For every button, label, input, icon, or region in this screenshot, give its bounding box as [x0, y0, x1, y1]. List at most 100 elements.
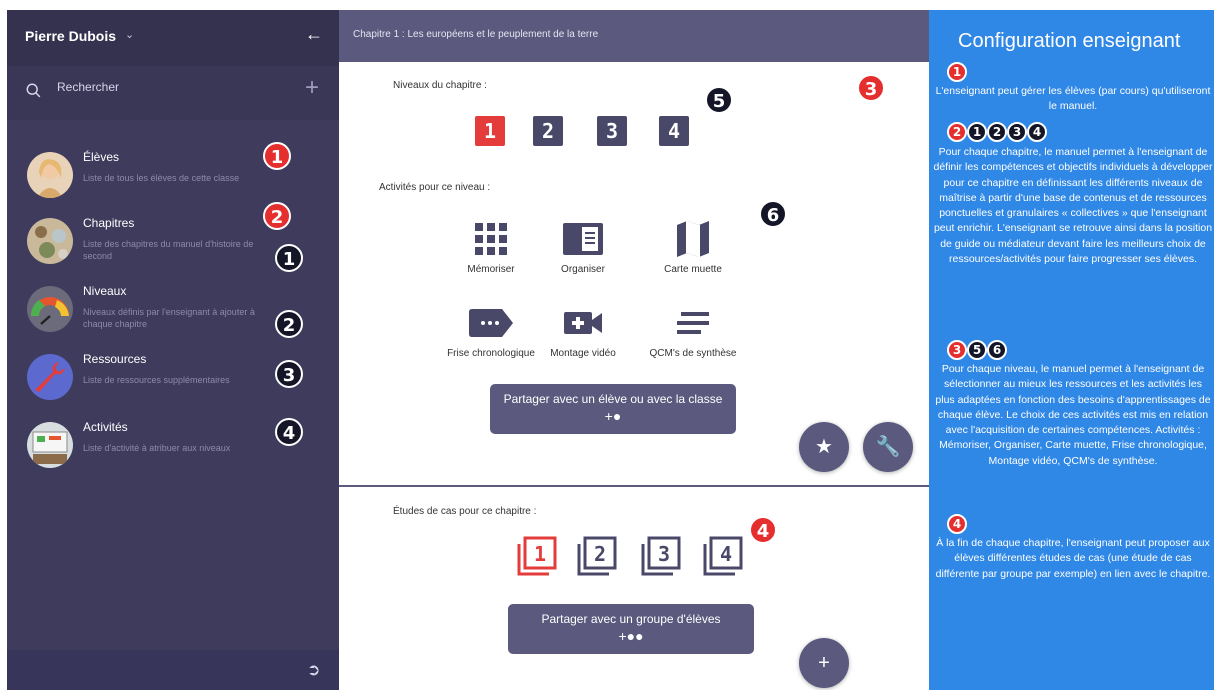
sidebar-item-desc: Liste d'activité à atribuer aux niveaux: [83, 443, 231, 453]
avatar: [27, 152, 73, 198]
panel-title: Configuration enseignant: [958, 30, 1181, 52]
chip: 1: [967, 122, 987, 142]
star-icon: ★: [815, 436, 833, 458]
activity-qcm[interactable]: QCM's de synthèse: [643, 300, 743, 359]
avatar: [27, 218, 73, 264]
app-root: Pierre Dubois ⌄ ← Rechercher + Élèves Li…: [0, 0, 1214, 690]
share-class-button[interactable]: Partager avec un élève ou avec la classe…: [490, 384, 736, 434]
case-number: 1: [534, 542, 546, 566]
avatar: [27, 422, 73, 468]
add-group-icon: +●●: [618, 628, 644, 644]
info-panel: Configuration enseignant 1 L'enseignant …: [929, 10, 1214, 690]
tools-button[interactable]: 🔧: [863, 422, 913, 472]
section-2-text: Pour chaque chapitre, le manuel permet à…: [933, 146, 1213, 266]
sidebar-item-desc: Liste de ressources supplémentaires: [83, 375, 230, 385]
badge-1: 1: [263, 142, 291, 170]
chapter-header: Chapitre 1 : Les européens et le peuplem…: [339, 10, 929, 62]
activity-frise[interactable]: Frise chronologique: [441, 300, 541, 359]
level-4-button[interactable]: 4: [659, 116, 689, 146]
sidebar-header: Pierre Dubois ⌄ ←: [7, 10, 339, 66]
chip: 2: [987, 122, 1007, 142]
sidebar-item-label: Élèves: [83, 150, 120, 164]
divider: [339, 485, 929, 487]
badge-dark-1: 1: [275, 244, 303, 272]
sidebar-item-label: Chapitres: [83, 216, 135, 230]
logout-icon[interactable]: ➲: [307, 660, 320, 680]
chevron-down-icon[interactable]: ⌄: [125, 28, 134, 41]
sidebar-item-desc: Liste de tous les élèves de cette classe: [83, 173, 240, 183]
case-1-button[interactable]: 1: [517, 536, 557, 576]
back-arrow-icon[interactable]: ←: [305, 24, 323, 45]
activity-label: Montage vidéo: [550, 348, 616, 359]
chip: 1: [947, 62, 967, 82]
level-3-button[interactable]: 3: [597, 116, 627, 146]
sidebar-item-chapitres[interactable]: Chapitres Liste des chapitres du manuel …: [7, 202, 339, 278]
share-group-button[interactable]: Partager avec un groupe d'élèves +●●: [508, 604, 754, 654]
badge-6: 6: [759, 200, 787, 228]
level-2-button[interactable]: 2: [533, 116, 563, 146]
wrench-icon: 🔧: [875, 436, 901, 458]
chip: 4: [1027, 122, 1047, 142]
sidebar-search[interactable]: Rechercher +: [7, 66, 339, 120]
add-case-button[interactable]: +: [799, 638, 849, 688]
chip: 2: [947, 122, 967, 142]
lines-icon: [643, 300, 743, 346]
activity-label: Carte muette: [664, 264, 722, 275]
user-name[interactable]: Pierre Dubois: [25, 28, 116, 44]
sidebar-item-eleves[interactable]: Élèves Liste de tous les élèves de cette…: [7, 142, 339, 212]
activities-label: Activités pour ce niveau :: [379, 182, 491, 193]
badge-4: 4: [749, 516, 777, 544]
add-icon[interactable]: +: [305, 74, 319, 102]
sidebar-item-desc: Niveaux définis par l'enseignant à ajout…: [83, 307, 255, 329]
activity-carte-muette[interactable]: Carte muette: [643, 216, 743, 275]
activity-memoriser[interactable]: Mémoriser: [441, 216, 541, 275]
sidebar-item-activites[interactable]: Activités Liste d'activité à atribuer au…: [7, 414, 339, 482]
chip: 4: [947, 514, 967, 534]
level-1-button[interactable]: 1: [475, 116, 505, 146]
add-person-icon: +●: [604, 408, 622, 424]
chip: 3: [1007, 122, 1027, 142]
badge-2: 2: [263, 202, 291, 230]
document-list-icon: [533, 216, 633, 262]
section-3-text: Pour chaque niveau, le manuel permet à l…: [935, 363, 1211, 467]
badge-5: 5: [705, 86, 733, 114]
share-group-label: Partager avec un groupe d'élèves: [541, 612, 721, 626]
sidebar-item-label: Activités: [83, 420, 128, 434]
chip: 3: [947, 340, 967, 360]
badge-3: 3: [857, 74, 885, 102]
case-3-button[interactable]: 3: [641, 536, 681, 576]
badge-dark-3: 3: [275, 360, 303, 388]
star-button[interactable]: ★: [799, 422, 849, 472]
section-3-badges: 3 5 6: [947, 340, 1007, 360]
plus-icon: +: [818, 652, 830, 674]
sidebar: Pierre Dubois ⌄ ← Rechercher + Élèves Li…: [7, 10, 339, 690]
case-number: 2: [594, 542, 606, 566]
sidebar-item-ressources[interactable]: Ressources Liste de ressources supplémen…: [7, 346, 339, 414]
sidebar-item-niveaux[interactable]: Niveaux Niveaux définis par l'enseignant…: [7, 278, 339, 346]
chip: 5: [967, 340, 987, 360]
activity-organiser[interactable]: Organiser: [533, 216, 633, 275]
map-icon: [643, 216, 743, 262]
sidebar-item-label: Niveaux: [83, 284, 127, 298]
sidebar-item-desc: Liste des chapitres du manuel d'histoire…: [83, 239, 254, 261]
share-class-label: Partager avec un élève ou avec la classe: [503, 392, 723, 406]
section-1-badges: 1: [947, 62, 967, 82]
case-number: 3: [658, 542, 670, 566]
case-4-button[interactable]: 4: [703, 536, 743, 576]
activity-montage[interactable]: Montage vidéo: [533, 300, 633, 359]
section-2-badges: 2 1 2 3 4: [947, 122, 1047, 142]
avatar: [27, 354, 73, 400]
cases-label: Études de cas pour ce chapitre :: [393, 506, 537, 517]
case-number: 4: [720, 542, 732, 566]
section-1-text: L'enseignant peut gérer les élèves (par …: [935, 85, 1211, 113]
sidebar-footer: ➲: [7, 650, 339, 690]
search-icon: [26, 83, 41, 98]
levels-label: Niveaux du chapitre :: [393, 80, 487, 91]
activity-label: Organiser: [561, 264, 605, 275]
case-2-button[interactable]: 2: [577, 536, 617, 576]
timeline-tag-icon: [441, 300, 541, 346]
search-input[interactable]: Rechercher: [57, 80, 119, 94]
badge-dark-4: 4: [275, 418, 303, 446]
section-4-badges: 4: [947, 514, 967, 534]
badge-dark-2: 2: [275, 310, 303, 338]
